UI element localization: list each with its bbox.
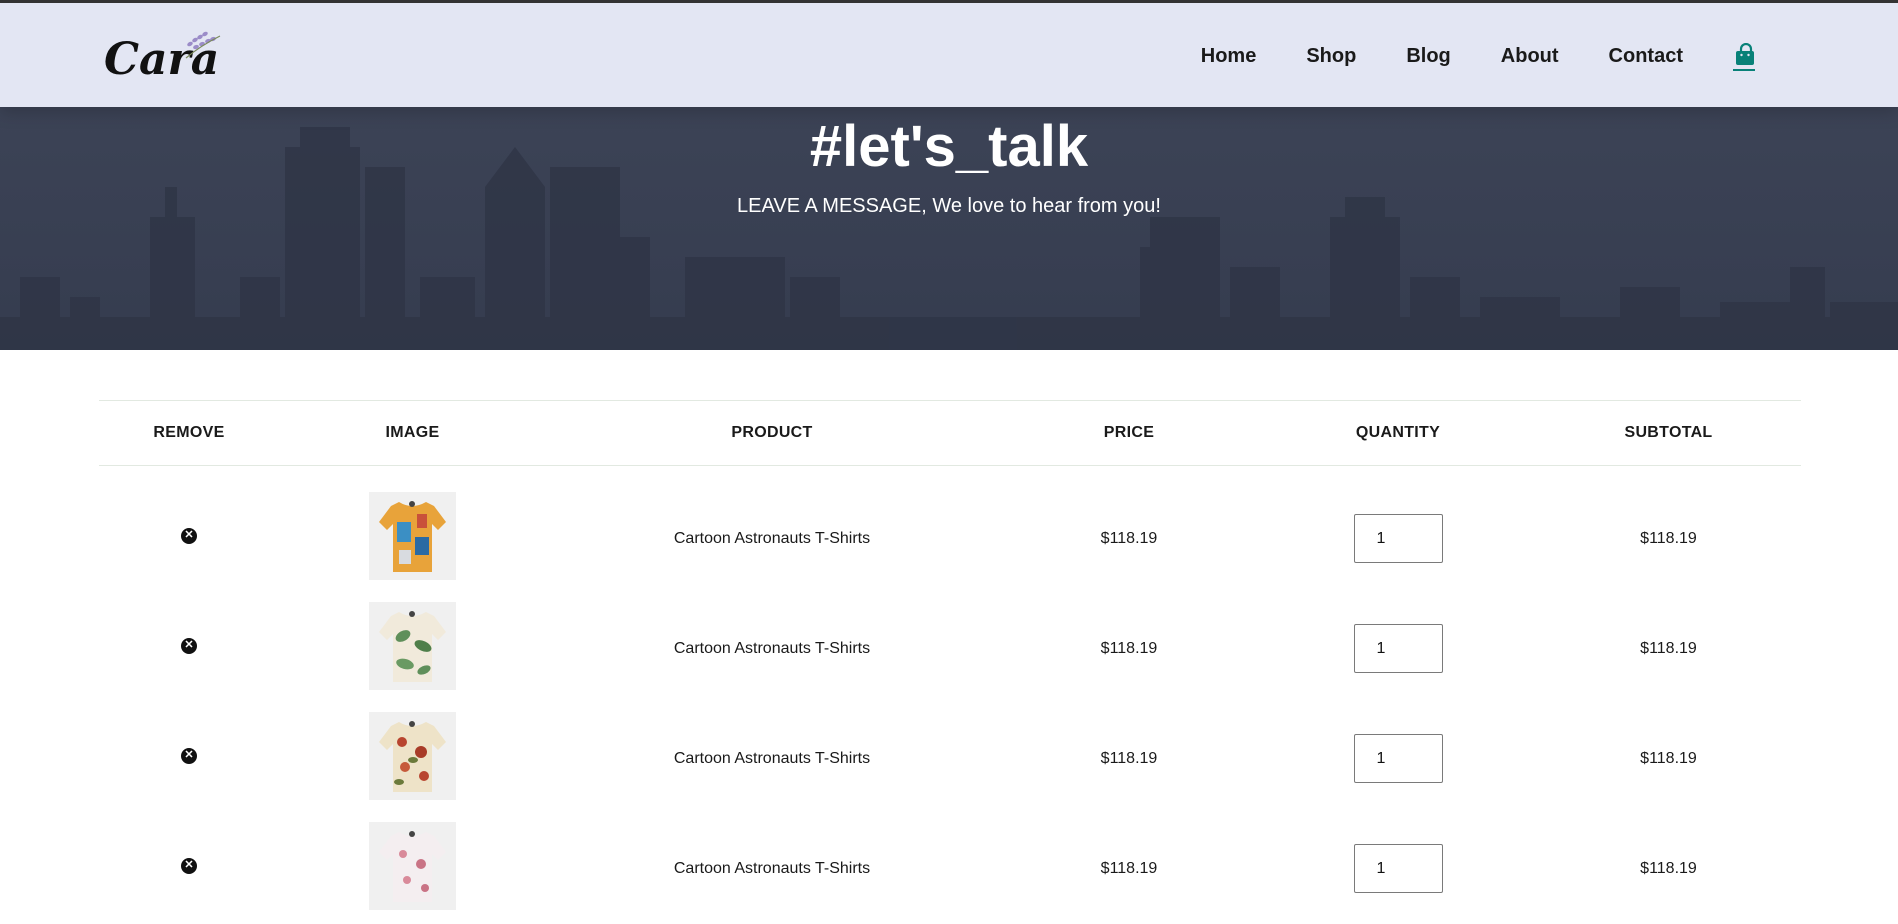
shirt-image <box>379 501 446 573</box>
site-header: Cara Home Shop Blog About Contact <box>0 0 1898 107</box>
cart-link[interactable] <box>1733 39 1755 71</box>
product-name: Cartoon Astronauts T-Shirts <box>673 749 871 767</box>
column-header-quantity: QUANTITY <box>1355 424 1441 441</box>
svg-text:Cara: Cara <box>104 34 219 83</box>
hero-title: #let's_talk <box>809 114 1089 179</box>
column-header-price: PRICE <box>1103 424 1155 441</box>
quantity-input[interactable] <box>1353 624 1443 673</box>
remove-item-button[interactable]: ✕ <box>181 748 197 764</box>
product-subtotal: $118.19 <box>1640 859 1697 877</box>
shopping-bag-icon <box>1736 43 1754 65</box>
shirt-image <box>379 831 446 902</box>
shirt-image <box>379 611 446 682</box>
product-subtotal: $118.19 <box>1640 639 1697 657</box>
remove-item-button[interactable]: ✕ <box>181 638 197 654</box>
shirt-image <box>379 721 446 792</box>
product-image <box>369 712 456 800</box>
main-nav: Home Shop Blog About Contact <box>1151 3 1755 110</box>
close-icon: ✕ <box>184 639 194 651</box>
hero-subtitle: LEAVE A MESSAGE, We love to hear from yo… <box>737 195 1161 217</box>
product-name: Cartoon Astronauts T-Shirts <box>673 639 871 657</box>
nav-about[interactable]: About <box>1501 45 1559 67</box>
cara-logo[interactable]: Cara <box>102 28 227 85</box>
product-price: $118.19 <box>1100 639 1158 657</box>
cart-row: ✕ Cartoon Astronauts T-Shirts $118.19 1 … <box>99 594 1801 704</box>
product-name: Cartoon Astronauts T-Shirts <box>673 859 871 877</box>
quantity-input[interactable] <box>1353 514 1443 564</box>
contact-hero-banner: #let's_talk LEAVE A MESSAGE, We love to … <box>0 107 1898 350</box>
product-image <box>369 492 456 581</box>
close-icon: ✕ <box>184 749 194 761</box>
product-name: Cartoon Astronauts T-Shirts <box>673 529 871 547</box>
product-price: $118.19 <box>1100 529 1158 547</box>
product-image <box>369 602 456 690</box>
close-icon: ✕ <box>184 529 194 542</box>
product-image <box>369 822 456 910</box>
product-price: $118.19 <box>1100 749 1158 767</box>
cart-row: ✕ Cartoon Astronauts T-Shirts $118.19 1 … <box>99 814 1801 924</box>
product-subtotal: $118.19 <box>1640 529 1697 547</box>
nav-shop[interactable]: Shop <box>1306 45 1356 67</box>
quantity-input[interactable] <box>1353 734 1443 783</box>
cart-section: REMOVE IMAGE PRODUCT PRICE QUANTITY SUBT… <box>99 400 1801 924</box>
cara-logo-image: Cara <box>104 31 221 85</box>
column-header-product: PRODUCT <box>731 424 813 441</box>
cart-table: REMOVE IMAGE PRODUCT PRICE QUANTITY SUBT… <box>99 400 1801 924</box>
column-header-subtotal: SUBTOTAL <box>1624 424 1713 441</box>
nav-home[interactable]: Home <box>1201 45 1257 67</box>
column-header-image: IMAGE <box>385 424 440 441</box>
cart-header-row: REMOVE IMAGE PRODUCT PRICE QUANTITY SUBT… <box>99 400 1801 466</box>
remove-item-button[interactable]: ✕ <box>181 528 197 545</box>
quantity-input[interactable] <box>1353 844 1443 893</box>
cart-row: ✕ Cartoon Astronauts T-Shirts $118.19 1 … <box>99 704 1801 814</box>
nav-blog[interactable]: Blog <box>1406 45 1450 67</box>
column-header-remove: REMOVE <box>153 424 225 441</box>
product-price: $118.19 <box>1100 859 1158 877</box>
nav-contact[interactable]: Contact <box>1609 45 1683 67</box>
product-subtotal: $118.19 <box>1640 749 1697 767</box>
cart-row: ✕ Cartoon Astronauts T-Shirts $118.19 1 … <box>99 466 1801 594</box>
